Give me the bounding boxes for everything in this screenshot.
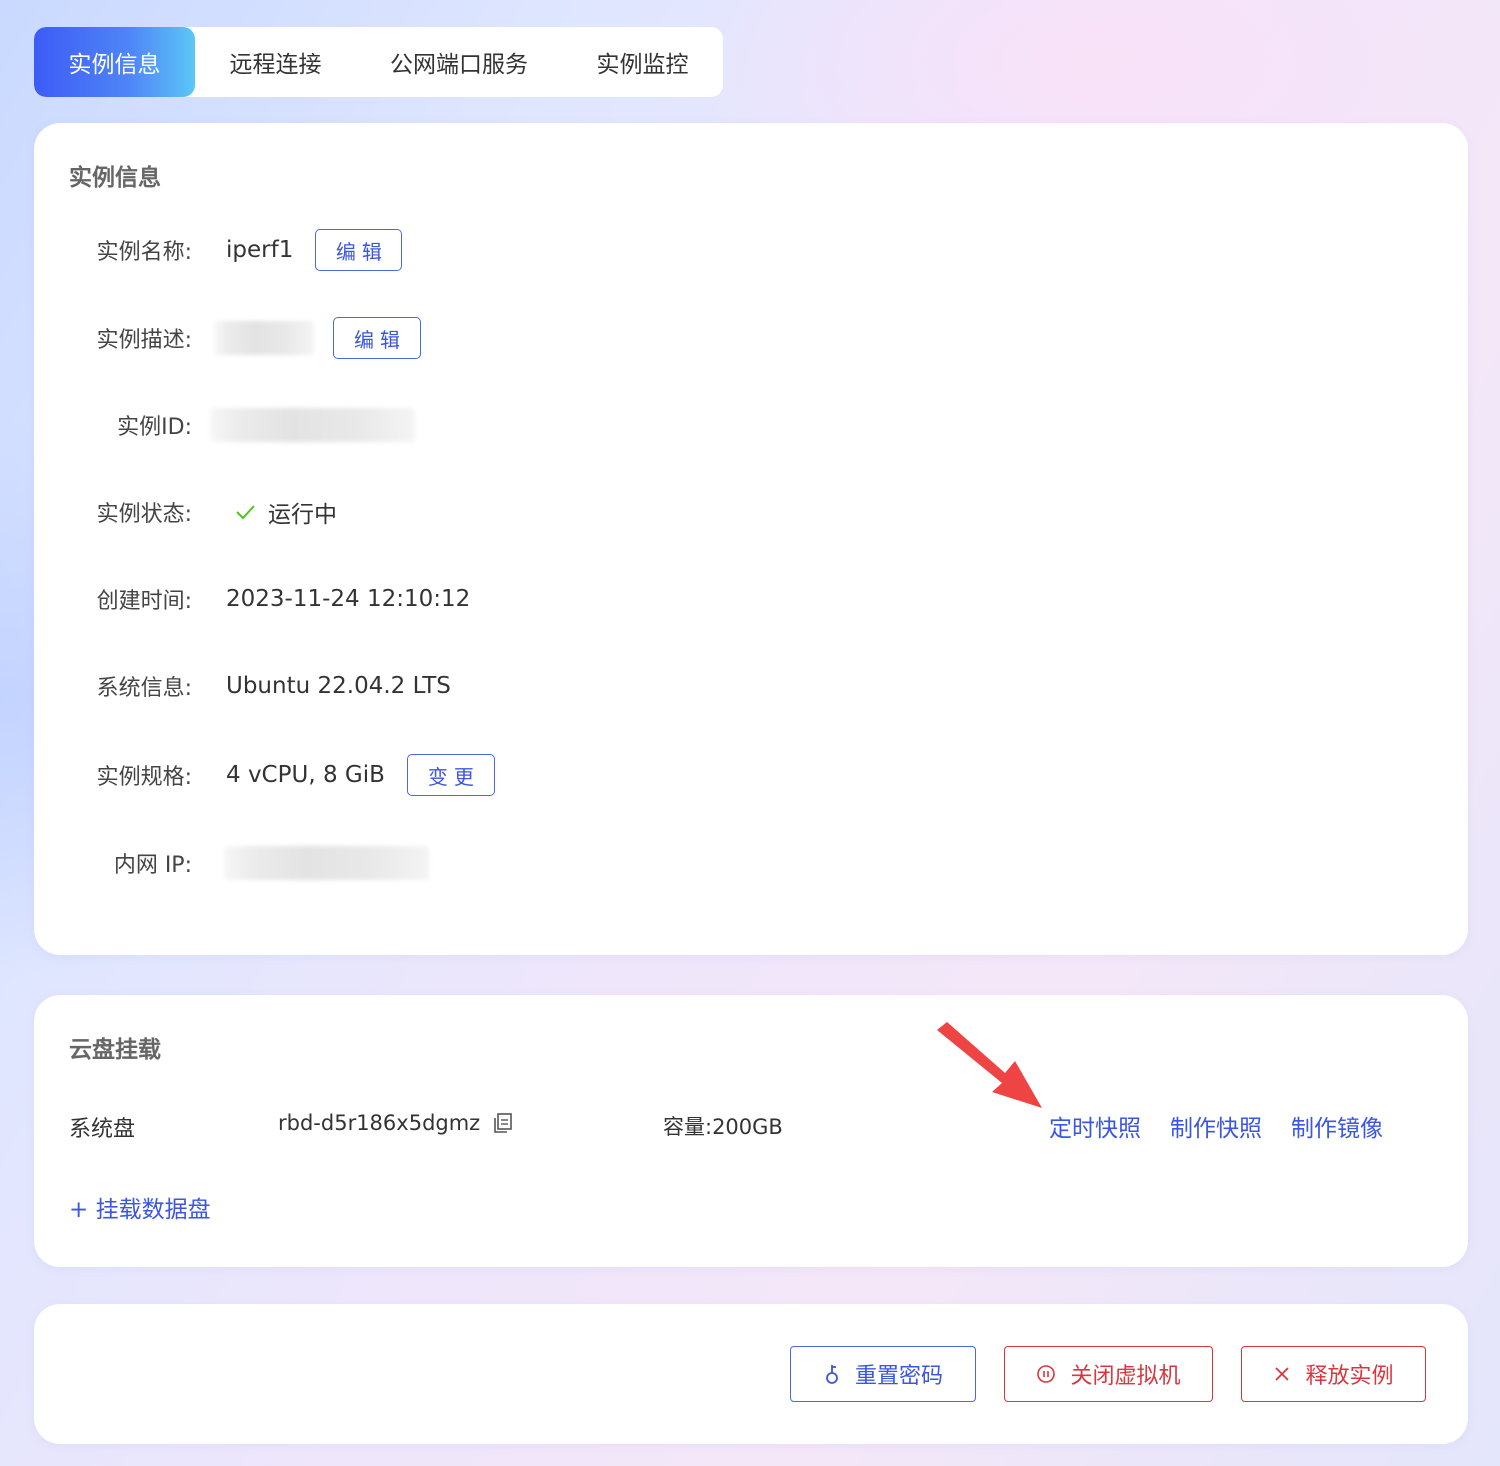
card-title: 云盘挂载 <box>69 1037 161 1063</box>
check-icon <box>234 501 256 523</box>
key-icon <box>823 1363 841 1385</box>
redacted-instance-id <box>210 408 415 442</box>
card-title: 实例信息 <box>69 165 161 191</box>
disk-id: rbd-d5r186x5dgmz <box>278 1111 481 1135</box>
disk-type-label: 系统盘 <box>69 1117 136 1142</box>
created-time-row: 创建时间: 2023-11-24 12:10:12 <box>34 577 471 621</box>
tab-public-port-service[interactable]: 公网端口服务 <box>356 27 562 97</box>
button-label: 释放实例 <box>1305 1364 1394 1389</box>
system-info-row: 系统信息: Ubuntu 22.04.2 LTS <box>34 664 451 708</box>
shutdown-vm-button[interactable]: 关闭虚拟机 <box>1004 1346 1213 1402</box>
redacted-private-ip <box>224 846 429 880</box>
instance-name-value: iperf1 <box>226 237 294 263</box>
field-label: 内网 IP: <box>113 853 192 878</box>
created-time-value: 2023-11-24 12:10:12 <box>226 586 471 612</box>
tab-bar: 实例信息 远程连接 公网端口服务 实例监控 <box>34 27 723 97</box>
instance-status-row: 实例状态: 运行中 <box>34 490 337 534</box>
pause-circle-icon <box>1036 1364 1056 1384</box>
field-label: 实例ID: <box>117 415 192 440</box>
tab-remote-connection[interactable]: 远程连接 <box>195 27 356 97</box>
create-image-link[interactable]: 制作镜像 <box>1291 1109 1383 1143</box>
instance-spec-row: 实例规格: 4 vCPU, 8 GiB 变更 <box>34 753 495 797</box>
button-label: 关闭虚拟机 <box>1070 1364 1181 1389</box>
instance-spec-value: 4 vCPU, 8 GiB <box>226 762 385 788</box>
redacted-description <box>214 321 314 355</box>
instance-desc-row: 实例描述: 编辑 <box>34 316 421 360</box>
change-spec-button[interactable]: 变更 <box>406 754 495 796</box>
system-info-value: Ubuntu 22.04.2 LTS <box>226 673 451 699</box>
instance-info-card: 实例信息 实例名称: iperf1 编辑 实例描述: 编辑 实例ID: 实例状态… <box>34 123 1468 955</box>
tab-instance-monitor[interactable]: 实例监控 <box>562 27 723 97</box>
tab-instance-info[interactable]: 实例信息 <box>34 27 195 97</box>
field-label: 系统信息: <box>96 676 192 701</box>
instance-actions-card: 重置密码 关闭虚拟机 释放实例 <box>34 1304 1468 1444</box>
button-label: 重置密码 <box>854 1364 943 1389</box>
mount-data-disk-link[interactable]: + 挂载数据盘 <box>69 1190 211 1224</box>
disk-capacity: 容量:200GB <box>663 1115 783 1139</box>
copy-icon[interactable] <box>492 1112 514 1134</box>
status-value: 运行中 <box>268 502 337 528</box>
release-instance-button[interactable]: 释放实例 <box>1241 1346 1426 1402</box>
field-label: 实例描述: <box>96 328 192 353</box>
field-label: 创建时间: <box>96 589 192 614</box>
reset-password-button[interactable]: 重置密码 <box>790 1346 976 1402</box>
field-label: 实例状态: <box>96 502 192 527</box>
field-label: 实例规格: <box>96 765 192 790</box>
disk-id-group: rbd-d5r186x5dgmz <box>278 1111 514 1135</box>
edit-desc-button[interactable]: 编辑 <box>333 317 421 359</box>
field-label: 实例名称: <box>96 240 192 265</box>
annotation-arrow-icon <box>937 1022 1042 1108</box>
create-snapshot-link[interactable]: 制作快照 <box>1170 1109 1262 1143</box>
private-ip-row: 内网 IP: <box>34 841 429 885</box>
scheduled-snapshot-link[interactable]: 定时快照 <box>1049 1109 1141 1143</box>
disk-mount-card: 云盘挂载 系统盘 rbd-d5r186x5dgmz 容量:200GB 定时快照 … <box>34 995 1468 1267</box>
edit-name-button[interactable]: 编辑 <box>315 229 403 271</box>
instance-id-row: 实例ID: <box>34 403 415 447</box>
instance-name-row: 实例名称: iperf1 编辑 <box>34 228 403 272</box>
close-icon <box>1273 1365 1291 1383</box>
